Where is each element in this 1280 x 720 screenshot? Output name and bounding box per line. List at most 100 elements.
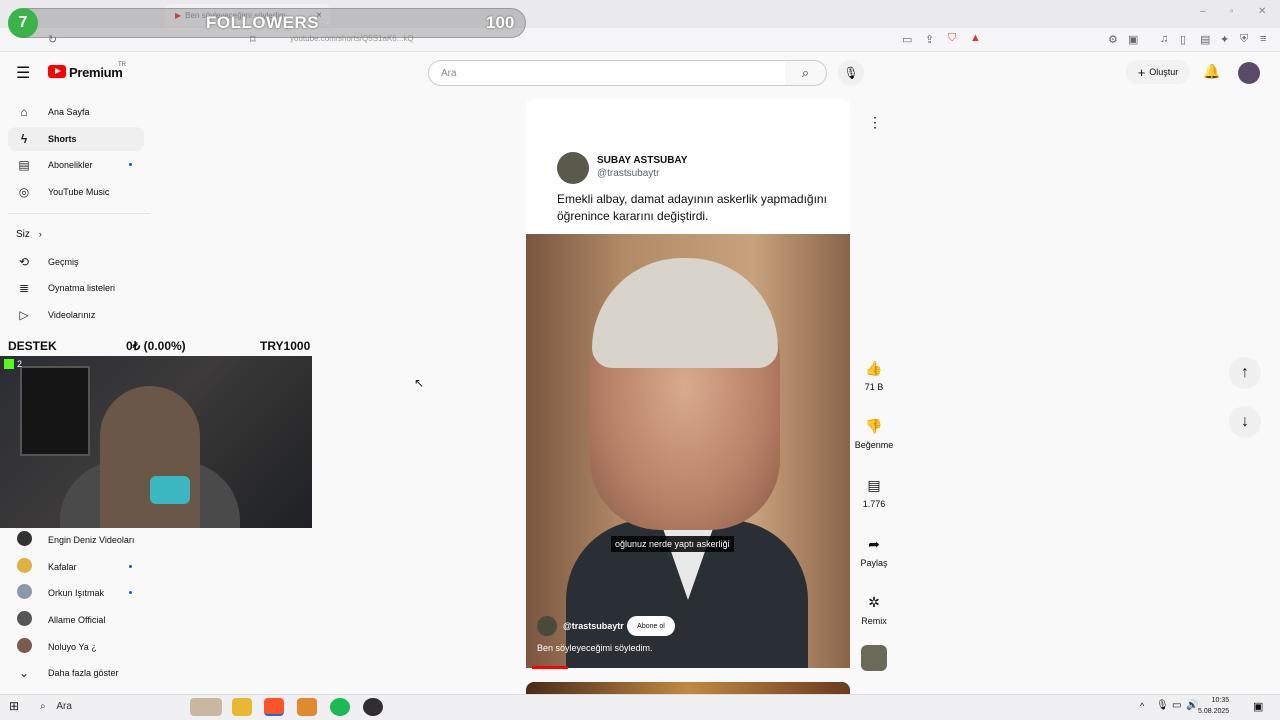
dislike-button[interactable]: 👎 Beğenme [852, 412, 896, 451]
sidebar-item-history[interactable]: ⟲ Geçmiş [8, 250, 144, 274]
previous-short-button[interactable]: ↑ [1229, 357, 1261, 389]
search-highlight-icon[interactable] [190, 698, 222, 716]
remix-button[interactable]: ✲ Remix [854, 588, 894, 627]
mouse-cursor-icon: ↖ [414, 376, 425, 390]
tweet-avatar [557, 152, 589, 184]
shorts-icon: ϟ [20, 132, 28, 146]
brand-name[interactable]: Premium [69, 65, 123, 80]
leo-ai-icon[interactable]: ✦ [1220, 33, 1229, 46]
brave-shield-icon[interactable]: ⛉ [948, 32, 956, 45]
show-more-button[interactable]: ⌄ Daha fazla göster [8, 661, 144, 685]
guide-menu-icon[interactable]: ☰ [16, 63, 30, 83]
subscription-item[interactable]: Engin Deniz Videoları [8, 528, 144, 552]
like-button[interactable]: 👍 71 B [854, 354, 894, 393]
microphone-tray-icon[interactable]: 🎙 [1156, 700, 1169, 711]
youtube-logo-icon[interactable] [48, 65, 66, 78]
subscription-item[interactable]: Noluyo Ya ¿ [8, 635, 144, 659]
spotify-icon[interactable] [330, 698, 350, 716]
windows-start-icon[interactable]: ⊞ [9, 699, 19, 713]
sidebar-item-your-videos[interactable]: ▷ Videolarınız [8, 303, 144, 327]
next-short-preview[interactable] [526, 682, 850, 694]
remix-icon: ✲ [868, 593, 880, 610]
clock-date: 5.08.2025 [1198, 708, 1230, 715]
subscriptions-icon: ▤ [18, 158, 30, 172]
channel-avatar [16, 611, 32, 626]
channel-avatar [16, 584, 32, 599]
channel-avatar[interactable] [537, 616, 557, 636]
channel-handle[interactable]: @trastsubaytr [563, 621, 624, 631]
sidebar-item-youtube-music[interactable]: ◎ YouTube Music [8, 180, 144, 204]
sidebar-item-label: Abonelikler [48, 160, 93, 170]
thumbs-down-icon: 👎 [865, 417, 883, 434]
brave-browser-icon[interactable] [264, 698, 284, 716]
sidebar-you-header[interactable]: Siz › [16, 229, 42, 240]
arrow-down-icon: ↓ [1241, 413, 1249, 430]
video-icon: ▷ [19, 308, 29, 322]
account-avatar[interactable] [1238, 62, 1260, 84]
cast-icon[interactable]: ▭ [902, 33, 912, 46]
more-options-icon[interactable]: ⋮ [868, 114, 882, 131]
remix-label: Remix [861, 616, 887, 626]
subscription-item[interactable]: Orkun Işıtmak [8, 581, 144, 605]
sound-thumbnail[interactable] [861, 645, 887, 671]
vpn-icon[interactable]: ⛨ [1240, 33, 1248, 46]
sidebar-toggle-icon[interactable]: ▣ [1128, 33, 1138, 46]
browser-menu-icon[interactable]: ≡ [1260, 33, 1266, 45]
subscription-item[interactable]: Allame Official [8, 608, 144, 632]
search-button[interactable]: ⌕ [785, 60, 827, 86]
taskbar-search[interactable]: ⌕ Ara [40, 701, 72, 712]
reading-list-icon[interactable]: ▯ [1180, 33, 1186, 46]
viewer-count-value: 2 [17, 359, 23, 369]
taskbar-search-label: Ara [56, 701, 72, 712]
sidebar-item-playlists[interactable]: ≣ Oynatma listeleri [8, 276, 144, 300]
media-icon[interactable]: ♫ [1160, 33, 1168, 45]
sidebar-item-shorts[interactable]: ϟ Shorts [8, 127, 144, 151]
subscribe-label: Abone ol [637, 622, 665, 630]
followers-current-badge: 7 [8, 8, 38, 38]
you-label: Siz [16, 229, 30, 240]
subscribe-button[interactable]: Abone ol [627, 616, 675, 636]
sidebar-item-subscriptions[interactable]: ▤ Abonelikler [8, 153, 144, 177]
minimize-window-icon[interactable]: – [1200, 6, 1206, 17]
create-button[interactable]: + Oluştur [1126, 60, 1190, 84]
subscription-label: Orkun Işıtmak [48, 588, 105, 598]
new-content-dot [129, 591, 132, 594]
tweet-text: Emekli albay, damat adayının askerlik ya… [557, 192, 827, 223]
comments-button[interactable]: ▤ 1.776 [854, 471, 894, 510]
rgb-light [150, 476, 190, 504]
share-button[interactable]: ➦ Paylaş [854, 530, 894, 569]
sidebar-item-label: Shorts [48, 134, 77, 144]
video-progress-bar[interactable] [532, 666, 568, 669]
wallet-icon[interactable]: ▤ [1200, 33, 1210, 46]
followers-label: FOLLOWERS [206, 13, 320, 32]
channel-avatar [16, 531, 32, 546]
extensions-icon[interactable]: ⚙ [1108, 33, 1118, 46]
taskbar-clock[interactable]: 10:35 5.08.2025 [1198, 695, 1229, 717]
notifications-bell-icon[interactable]: 🔔 [1203, 63, 1220, 80]
app-icon[interactable] [297, 698, 317, 716]
streamer-head [100, 386, 200, 528]
file-explorer-icon[interactable] [232, 698, 252, 716]
background-window [20, 366, 90, 456]
chevron-up-icon[interactable]: ^ [1140, 701, 1144, 711]
obs-studio-icon[interactable] [363, 698, 383, 716]
voice-search-button[interactable]: 🎙 [838, 60, 864, 86]
sidebar-item-label: Oynatma listeleri [48, 283, 116, 293]
next-short-button[interactable]: ↓ [1229, 406, 1261, 438]
search-icon: ⌕ [801, 65, 810, 80]
sidebar-item-label: Geçmiş [48, 257, 79, 267]
notification-center-icon[interactable]: ▣ [1253, 700, 1263, 713]
maximize-window-icon[interactable]: ▫ [1230, 6, 1234, 17]
share-page-icon[interactable]: ⇪ [925, 33, 934, 46]
microphone-icon: 🎙 [843, 66, 859, 80]
search-input[interactable]: Ara [428, 60, 786, 86]
video-title[interactable]: Ben söyleyeceğimi söyledim. [537, 643, 653, 653]
close-window-icon[interactable]: ✕ [1258, 6, 1266, 17]
new-content-dot [129, 163, 132, 166]
network-icon[interactable]: ▭ [1172, 700, 1181, 711]
volume-icon[interactable]: 🔊 [1186, 700, 1198, 711]
share-icon: ➦ [868, 535, 880, 552]
subscription-item[interactable]: Kafalar [8, 555, 144, 579]
sidebar-item-home[interactable]: ⌂ Ana Sayfa [8, 100, 144, 124]
brave-rewards-icon[interactable]: ▲ [970, 32, 981, 44]
